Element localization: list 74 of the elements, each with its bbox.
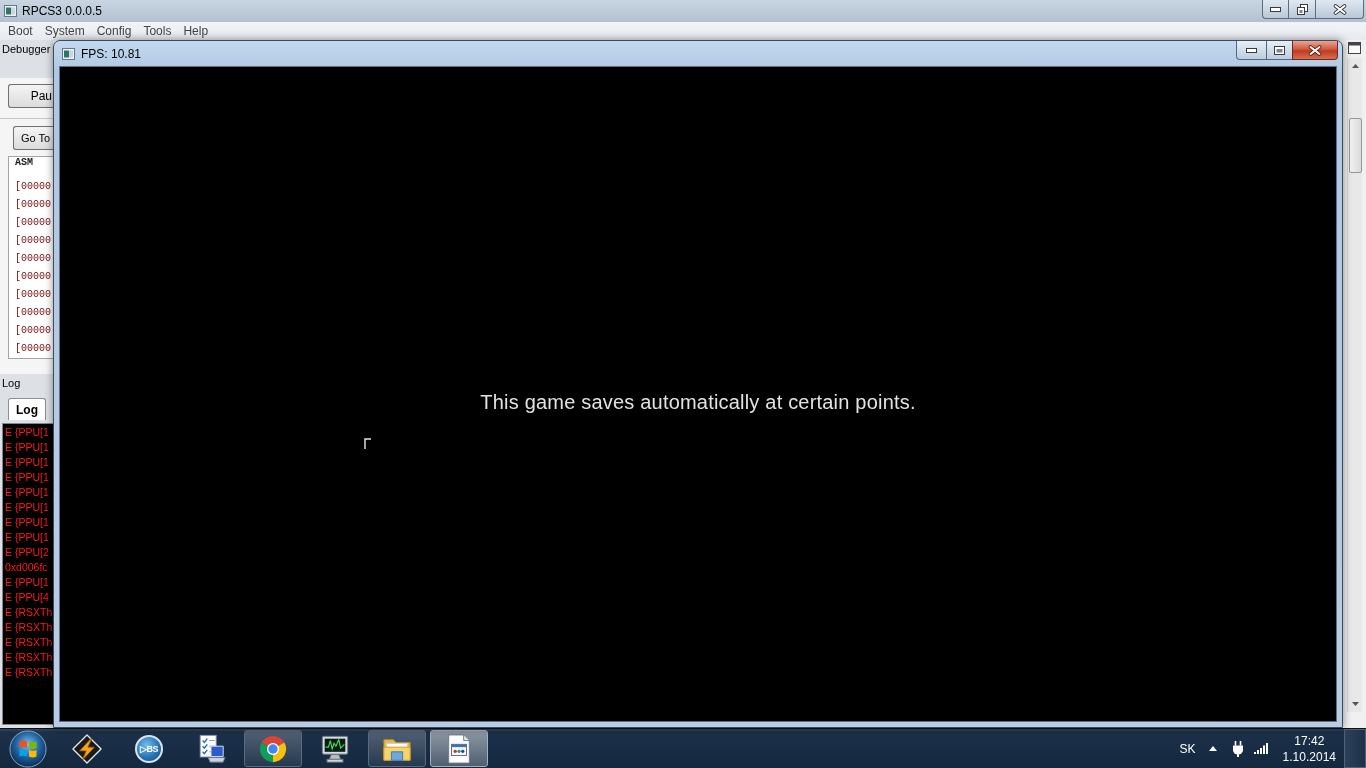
log-line: E {RSXTh xyxy=(5,665,53,680)
corner-mark-icon xyxy=(364,438,371,449)
show-hidden-icons-icon[interactable] xyxy=(1208,746,1217,751)
list-row[interactable]: [00000 xyxy=(9,343,53,358)
list-row[interactable]: [00000 xyxy=(9,325,53,343)
log-line: 0xd006fc xyxy=(5,560,49,575)
monitor-graph-icon xyxy=(320,733,350,764)
maximize-icon xyxy=(1274,45,1285,55)
disc-logo: ▷BS xyxy=(135,734,163,763)
window-icon xyxy=(4,5,17,17)
log-line: E {RSXTh xyxy=(5,635,53,650)
list-row[interactable]: [00000 xyxy=(9,271,53,289)
list-row[interactable]: [00000 xyxy=(9,307,53,325)
log-line: E {PPU[1 xyxy=(5,515,50,530)
window-title: RPCS3 0.0.0.5 xyxy=(22,4,103,18)
tab[interactable]: Log xyxy=(8,398,46,420)
up-arrow-icon[interactable] xyxy=(1351,64,1359,68)
log-line: E {RSXTh xyxy=(5,650,53,665)
down-arrow-icon[interactable] xyxy=(1351,702,1359,706)
flag-orb-icon xyxy=(9,729,47,768)
language-indicator[interactable]: SK xyxy=(1179,741,1196,756)
list-row[interactable]: [00000 xyxy=(9,289,53,307)
log-line: E {RSXTh xyxy=(5,620,53,635)
log-line: E {PPU[1 xyxy=(5,425,50,440)
tricolor-wheel-icon xyxy=(258,733,288,764)
log-line: E {RSXTh xyxy=(5,605,53,620)
log-line: E {PPU[1 xyxy=(5,575,50,590)
list-row[interactable]: [00000 xyxy=(9,199,53,217)
list-row[interactable]: [00000 xyxy=(9,181,53,199)
log-line: E {PPU[1 xyxy=(5,485,50,500)
scrollbar-thumb[interactable] xyxy=(1348,118,1362,173)
clock-date[interactable]: 1.10.2014 xyxy=(1282,748,1336,765)
minimize-icon xyxy=(1246,47,1257,53)
list-row[interactable]: [00000 xyxy=(9,235,53,253)
taskbar-app-button[interactable] xyxy=(244,730,302,767)
taskbar-app-button[interactable] xyxy=(368,730,426,767)
close-button[interactable] xyxy=(1315,0,1364,19)
log-line: E {PPU[1 xyxy=(5,470,50,485)
signal-bars-icon[interactable] xyxy=(1253,743,1269,754)
minimize-icon xyxy=(1270,6,1281,12)
list-row[interactable]: [00000 xyxy=(9,253,53,271)
maximize-button[interactable] xyxy=(1266,41,1292,60)
list-row[interactable]: [00000 xyxy=(9,217,53,235)
menu-item[interactable]: System xyxy=(38,22,91,40)
menu-item[interactable]: Boot xyxy=(2,22,39,40)
log-line: E {PPU[1 xyxy=(5,530,50,545)
taskbar-app-button[interactable] xyxy=(430,730,488,767)
log-line: E {PPU[1 xyxy=(5,440,50,455)
column-header: ASM xyxy=(14,157,34,170)
close-icon xyxy=(1308,44,1322,56)
log-line: E {PPU[4 xyxy=(5,590,50,605)
log-line: E {PPU[2 xyxy=(5,545,50,560)
window-icon xyxy=(62,47,75,60)
minimize-button[interactable] xyxy=(1262,0,1288,19)
menu-item[interactable]: Help xyxy=(177,22,215,40)
minimize-button[interactable] xyxy=(1236,41,1266,60)
vertical-scrollbar[interactable] xyxy=(1347,58,1362,712)
close-icon xyxy=(1332,3,1347,15)
restore-button[interactable] xyxy=(1288,0,1315,19)
log-line: E {PPU[1 xyxy=(5,500,50,515)
power-plug-icon[interactable] xyxy=(1231,740,1244,757)
window-title: FPS: 10.81 xyxy=(81,46,142,61)
close-button[interactable] xyxy=(1292,41,1338,60)
log-line: E {PPU[1 xyxy=(5,455,50,470)
menu-item[interactable]: Tools xyxy=(137,22,178,40)
restore-icon xyxy=(1296,3,1308,15)
menu-item[interactable]: Config xyxy=(90,22,138,40)
panel-icon[interactable] xyxy=(1348,42,1361,54)
game-message: This game saves automatically at certain points. xyxy=(480,390,916,414)
clock-time[interactable]: 17:42 xyxy=(1294,732,1325,749)
lightning-bolt-icon xyxy=(72,733,102,764)
pause-button[interactable]: Pau xyxy=(8,84,53,108)
go-to-button[interactable]: Go To xyxy=(13,126,53,150)
start-button[interactable] xyxy=(7,729,49,768)
